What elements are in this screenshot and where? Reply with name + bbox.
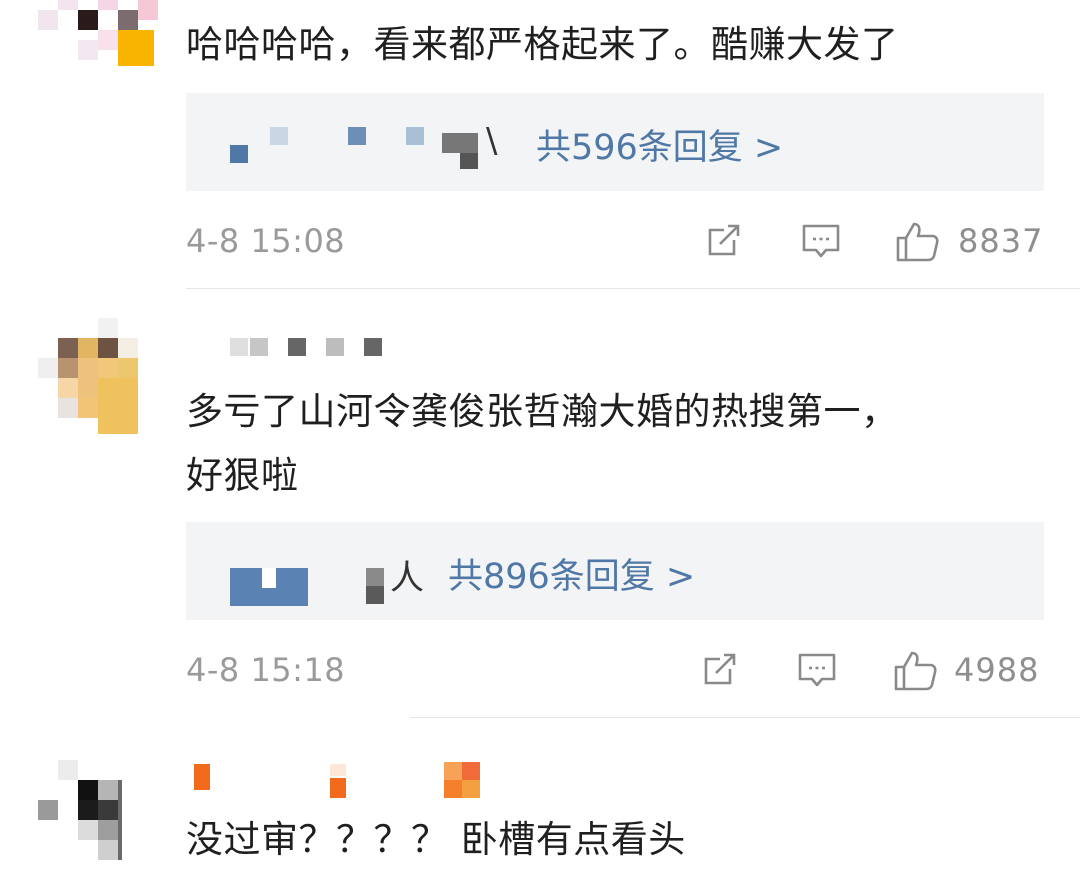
avatar[interactable] [38, 318, 154, 434]
comment-icon[interactable] [796, 649, 838, 691]
comment-time: 4-8 15:08 [186, 222, 346, 260]
reply-count-link[interactable]: 共596条回复 > [536, 119, 783, 170]
reply-name-tail: 人 [390, 558, 424, 598]
comment-meta: 4-8 15:18 4988 [186, 645, 1044, 695]
blurred-replier-names-2 [366, 568, 386, 608]
reply-summary[interactable]: 人 共896条回复 > [186, 522, 1044, 620]
comment-icon[interactable] [800, 220, 842, 262]
comment-text: 没过审？？？？ 卧槽有点看头 [186, 818, 686, 861]
comment-text: 多亏了山河令龚俊张哲瀚大婚的热搜第一， [186, 390, 899, 433]
blurred-replier-names [230, 123, 490, 179]
avatar[interactable] [38, 0, 158, 66]
avatar[interactable] [38, 760, 154, 876]
comment-meta: 4-8 15:08 8837 [186, 216, 1044, 266]
reply-name-tail: \ [486, 121, 498, 161]
comment-divider [410, 717, 1080, 718]
reply-count-link[interactable]: 共896条回复 > [448, 548, 695, 599]
share-icon[interactable] [700, 649, 740, 689]
blurred-username[interactable] [186, 762, 486, 802]
like-count: 4988 [954, 651, 1040, 689]
thumbs-up-icon[interactable] [894, 220, 940, 264]
like-count: 8837 [958, 222, 1044, 260]
thumbs-up-icon[interactable] [892, 649, 938, 693]
comment-divider [186, 288, 1080, 289]
comment-time: 4-8 15:18 [186, 651, 346, 689]
blurred-username[interactable] [186, 338, 386, 362]
reply-summary[interactable]: \ 共596条回复 > [186, 93, 1044, 191]
comment-text: 哈哈哈哈，看来都严格起来了。酷赚大发了 [186, 23, 899, 66]
comment-text-line2: 好狠啦 [186, 454, 299, 497]
share-icon[interactable] [704, 220, 744, 260]
